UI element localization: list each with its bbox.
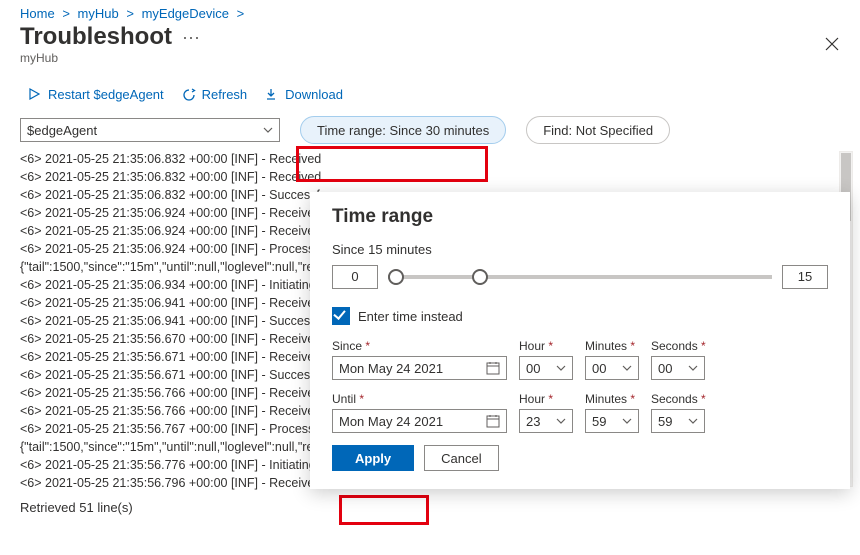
slider-min: 0 [332,265,378,289]
log-line: <6> 2021-05-25 21:35:06.832 +00:00 [INF]… [20,150,840,168]
chevron-down-icon [688,365,698,371]
download-label: Download [285,87,343,102]
download-button[interactable]: Download [265,87,343,102]
page-subtitle: myHub [0,51,860,73]
cancel-button[interactable]: Cancel [424,445,498,471]
until-label: Until * [332,392,507,406]
find-pill[interactable]: Find: Not Specified [526,116,670,144]
slider-max: 15 [782,265,828,289]
since-hour-label: Hour * [519,339,573,353]
slider-knob-end[interactable] [472,269,488,285]
refresh-button[interactable]: Refresh [182,87,248,102]
calendar-icon [486,361,500,375]
refresh-label: Refresh [202,87,248,102]
breadcrumb-sep: > [62,6,70,21]
toolbar: Restart $edgeAgent Refresh Download [0,73,860,112]
chevron-down-icon [556,418,566,424]
status-text: Retrieved 51 line(s) [0,490,860,515]
module-select[interactable]: $edgeAgent [20,118,280,142]
timerange-pill[interactable]: Time range: Since 30 minutes [300,116,506,144]
since-minutes-label: Minutes * [585,339,639,353]
until-minutes-select[interactable]: 59 [585,409,639,433]
until-seconds-select[interactable]: 59 [651,409,705,433]
close-icon[interactable] [824,36,840,52]
more-icon[interactable]: ··· [182,27,200,48]
timerange-panel: Time range Since 15 minutes 0 15 Enter t… [310,192,850,489]
module-value: $edgeAgent [27,123,97,138]
breadcrumb-sep: > [126,6,134,21]
chevron-down-icon [622,365,632,371]
restart-button[interactable]: Restart $edgeAgent [28,87,164,102]
breadcrumb-sep: > [237,6,245,21]
since-date-input[interactable]: Mon May 24 2021 [332,356,507,380]
play-icon [28,88,42,102]
enter-time-label: Enter time instead [358,309,463,324]
since-seconds-label: Seconds * [651,339,706,353]
breadcrumb-home[interactable]: Home [20,6,55,21]
refresh-icon [182,88,196,102]
enter-time-checkbox[interactable] [332,307,350,325]
breadcrumb-device[interactable]: myEdgeDevice [142,6,229,21]
since-hour-select[interactable]: 00 [519,356,573,380]
until-hour-label: Hour * [519,392,573,406]
panel-title: Time range [332,206,828,228]
until-date-input[interactable]: Mon May 24 2021 [332,409,507,433]
log-line: <6> 2021-05-25 21:35:06.832 +00:00 [INF]… [20,168,840,186]
since-minutes-select[interactable]: 00 [585,356,639,380]
chevron-down-icon [688,418,698,424]
download-icon [265,88,279,102]
breadcrumb: Home > myHub > myEdgeDevice > [0,0,860,23]
slider-label: Since 15 minutes [332,242,828,257]
chevron-down-icon [263,127,273,133]
chevron-down-icon [622,418,632,424]
page-title: Troubleshoot [20,23,172,51]
until-seconds-label: Seconds * [651,392,706,406]
slider-track[interactable] [388,275,772,279]
apply-button[interactable]: Apply [332,445,414,471]
breadcrumb-hub[interactable]: myHub [78,6,119,21]
since-label: Since * [332,339,507,353]
chevron-down-icon [556,365,566,371]
since-seconds-select[interactable]: 00 [651,356,705,380]
calendar-icon [486,414,500,428]
until-minutes-label: Minutes * [585,392,639,406]
slider-knob-start[interactable] [388,269,404,285]
until-hour-select[interactable]: 23 [519,409,573,433]
restart-label: Restart $edgeAgent [48,87,164,102]
